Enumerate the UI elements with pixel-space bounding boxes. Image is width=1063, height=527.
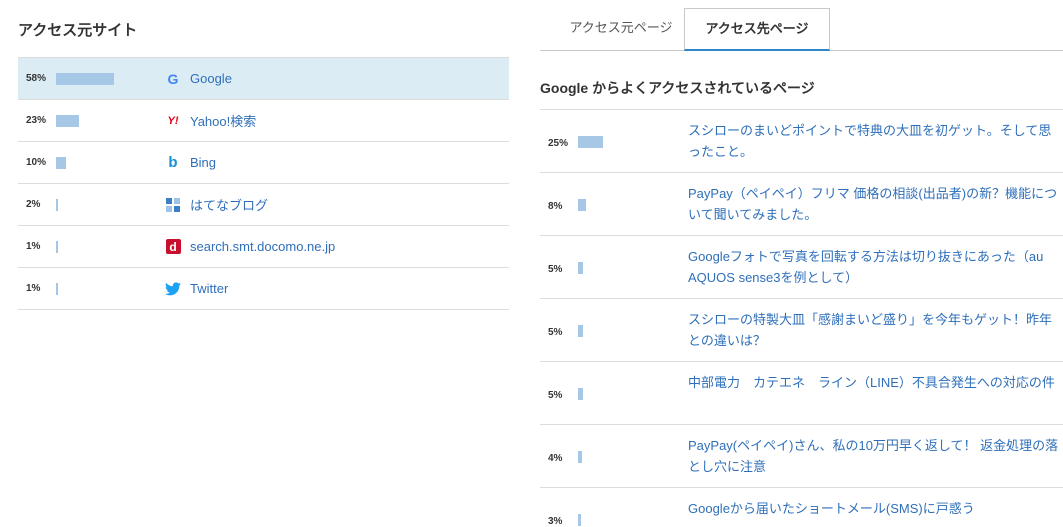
page-link[interactable]: PayPay(ペイペイ)さん、私の10万円早く返して！ 返金処理の落とし穴に注意 bbox=[688, 435, 1060, 477]
source-bar bbox=[56, 282, 58, 295]
page-percent: 8% bbox=[548, 201, 563, 212]
list-item: 5% スシローの特製大皿「感謝まいど盛り」を今年もゲット！昨年との違いは？ bbox=[540, 299, 1063, 362]
page-bar bbox=[578, 136, 603, 148]
page-bar bbox=[578, 262, 583, 274]
source-percent: 2% bbox=[26, 199, 41, 210]
destination-list: 25% スシローのまいどポイントで特典の大皿を初ゲット。そして思ったこと。 8%… bbox=[540, 109, 1063, 527]
bing-icon: b bbox=[168, 154, 178, 171]
source-row-google[interactable]: 58% G Google bbox=[18, 58, 509, 100]
page-bar bbox=[578, 325, 583, 337]
page-percent: 5% bbox=[548, 390, 563, 401]
source-percent: 58% bbox=[26, 73, 47, 84]
source-row-docomo[interactable]: 1% d search.smt.docomo.ne.jp bbox=[18, 226, 509, 268]
page-link[interactable]: Googleフォトで写真を回転する方法は切り抜きにあった（au AQUOS se… bbox=[688, 246, 1060, 288]
source-bar bbox=[56, 72, 114, 85]
source-percent: 1% bbox=[26, 241, 41, 252]
source-name[interactable]: Twitter bbox=[190, 281, 228, 296]
page-bar bbox=[578, 514, 581, 526]
page-percent: 4% bbox=[548, 453, 563, 464]
source-row-bing[interactable]: 10% b Bing bbox=[18, 142, 509, 184]
yahoo-icon: Y! bbox=[167, 114, 179, 127]
source-bar bbox=[56, 114, 79, 127]
page-bar bbox=[578, 388, 583, 400]
access-source-panel: アクセス元サイト 58% G Google 23% Y! Yahoo!検索 10… bbox=[18, 0, 509, 310]
tab-source-pages[interactable]: アクセス元ページ bbox=[556, 8, 686, 51]
list-item: 3% Googleから届いたショートメール(SMS)に戸惑う bbox=[540, 488, 1063, 527]
page-link[interactable]: スシローのまいどポイントで特典の大皿を初ゲット。そして思ったこと。 bbox=[688, 120, 1060, 162]
page-link[interactable]: PayPay（ペイペイ）フリマ 価格の相談(出品者)の新？機能について聞いてみま… bbox=[688, 183, 1060, 225]
list-item: 25% スシローのまいどポイントで特典の大皿を初ゲット。そして思ったこと。 bbox=[540, 110, 1063, 173]
source-name[interactable]: Google bbox=[190, 71, 232, 86]
list-item: 4% PayPay(ペイペイ)さん、私の10万円早く返して！ 返金処理の落とし穴… bbox=[540, 425, 1063, 488]
page-link[interactable]: 中部電力 カテエネ ライン（LINE）不具合発生への対応の件 bbox=[688, 372, 1060, 393]
twitter-icon bbox=[165, 281, 181, 297]
source-bar bbox=[56, 240, 58, 253]
source-row-hatena[interactable]: 2% はてなブログ bbox=[18, 184, 509, 226]
source-name[interactable]: search.smt.docomo.ne.jp bbox=[190, 239, 335, 254]
page-bar bbox=[578, 199, 586, 211]
source-row-yahoo[interactable]: 23% Y! Yahoo!検索 bbox=[18, 100, 509, 142]
list-item: 5% Googleフォトで写真を回転する方法は切り抜きにあった（au AQUOS… bbox=[540, 236, 1063, 299]
hatena-blog-icon bbox=[165, 197, 181, 213]
list-item: 8% PayPay（ペイペイ）フリマ 価格の相談(出品者)の新？機能について聞い… bbox=[540, 173, 1063, 236]
source-bar bbox=[56, 156, 66, 169]
page-percent: 25% bbox=[548, 138, 569, 149]
page-percent: 3% bbox=[548, 516, 563, 527]
tab-bar: アクセス元ページ アクセス先ページ bbox=[540, 0, 1063, 51]
source-percent: 10% bbox=[26, 157, 47, 168]
source-name[interactable]: Yahoo!検索 bbox=[190, 111, 256, 130]
access-source-title: アクセス元サイト bbox=[18, 22, 138, 39]
docomo-icon: d bbox=[165, 239, 181, 255]
list-item: 5% 中部電力 カテエネ ライン（LINE）不具合発生への対応の件 bbox=[540, 362, 1063, 425]
page-percent: 5% bbox=[548, 264, 563, 275]
source-name[interactable]: Bing bbox=[190, 155, 216, 170]
tab-destination-pages[interactable]: アクセス先ページ bbox=[684, 8, 830, 51]
destination-heading: Google からよくアクセスされているページ bbox=[540, 80, 815, 96]
source-percent: 1% bbox=[26, 283, 41, 294]
page-bar bbox=[578, 451, 582, 463]
source-bar bbox=[56, 198, 58, 211]
page-link[interactable]: Googleから届いたショートメール(SMS)に戸惑う bbox=[688, 498, 1060, 519]
page-percent: 5% bbox=[548, 327, 563, 338]
source-list: 58% G Google 23% Y! Yahoo!検索 10% b Bing … bbox=[18, 57, 509, 310]
source-row-twitter[interactable]: 1% Twitter bbox=[18, 268, 509, 310]
source-name[interactable]: はてなブログ bbox=[190, 195, 268, 214]
google-icon: G bbox=[167, 70, 179, 87]
source-percent: 23% bbox=[26, 115, 47, 126]
page-link[interactable]: スシローの特製大皿「感謝まいど盛り」を今年もゲット！昨年との違いは？ bbox=[688, 309, 1060, 351]
